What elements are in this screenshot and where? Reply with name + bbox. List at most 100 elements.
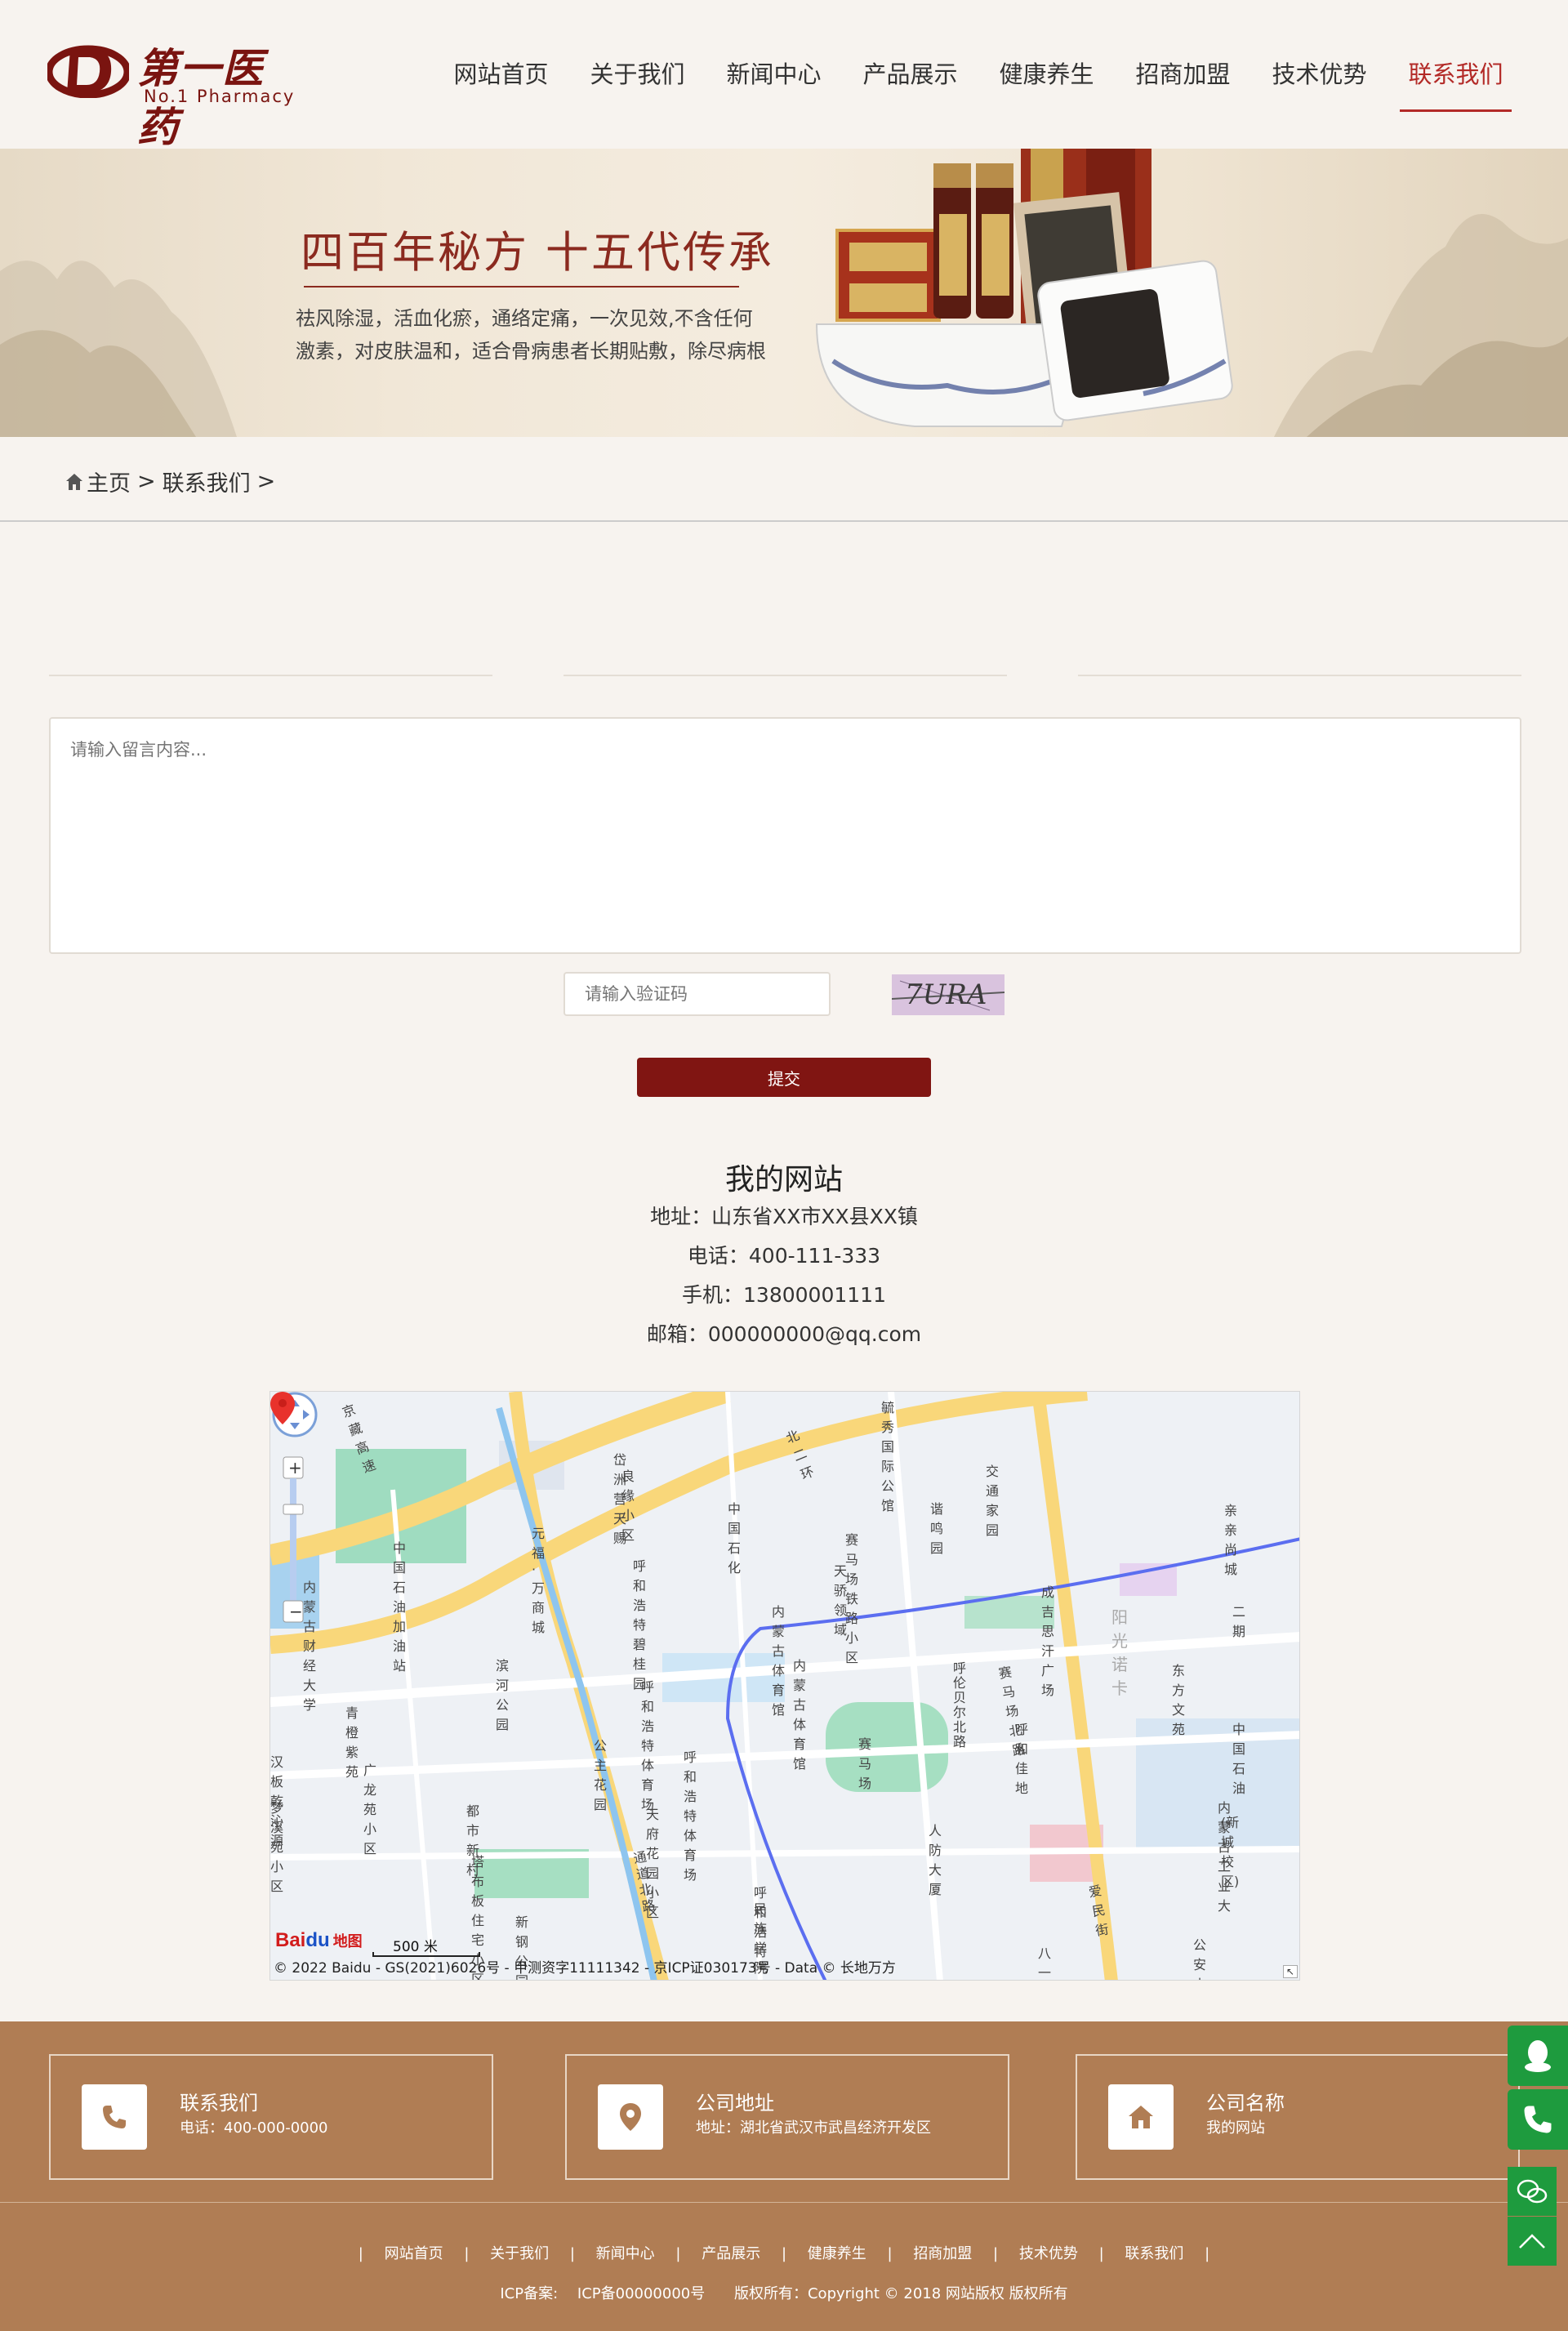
map-label: 八一小区 (1038, 1945, 1052, 1981)
baidu-map-logo: Baidu 地图 (275, 1929, 363, 1952)
map-label: 赛马场 (858, 1736, 872, 1791)
map-label: 良缘小区 (621, 1469, 635, 1543)
phone-icon (82, 2084, 147, 2150)
map-scale-label: 500 米 (393, 1939, 438, 1955)
svg-text:+: + (288, 1458, 302, 1477)
phone-call-button[interactable] (1508, 2089, 1568, 2150)
baidu-map[interactable]: 京藏高速 北二环 毓秀国际公馆 岱洲营天赐 良缘小区 交通家园 中国石化 谐鸣园… (270, 1391, 1300, 1981)
footer-box-sub: 电话：400-000-0000 (180, 2119, 328, 2137)
breadcrumb-trail: 主页 > 联系我们 > (64, 466, 282, 497)
icp-number[interactable]: ICP备00000000号 (577, 2285, 705, 2302)
banner-description: 祛风除湿，活血化瘀，通络定痛，一次见效,不含任何 激素，对皮肤温和，适合骨病患者… (296, 302, 786, 368)
nav-item-tech[interactable]: 技术优势 (1251, 0, 1388, 149)
footer-nav-separator: | (781, 2245, 787, 2262)
map-label: 毓秀国际公馆 (881, 1400, 895, 1513)
map-label: 阳光诺卡 (1111, 1607, 1128, 1698)
home-icon (66, 473, 82, 490)
name-field[interactable] (49, 675, 492, 676)
nav-item-franchise[interactable]: 招商加盟 (1115, 0, 1251, 149)
map-label: 内蒙古体育馆 (772, 1604, 786, 1718)
nav-item-news[interactable]: 新闻中心 (706, 0, 842, 149)
footer-box-sub: 地址：湖北省武汉市武昌经济开发区 (696, 2119, 931, 2137)
footer-copyright: ICP备案: ICP备00000000号 版权所有：Copyright © 20… (0, 2282, 1568, 2303)
footer-nav-separator: | (887, 2245, 893, 2262)
map-label: 人防大厦 (929, 1823, 942, 1897)
contact-mobile: 手机：13800001111 (682, 1283, 886, 1307)
banner-desc-line-2: 激素，对皮肤温和，适合骨病患者长期贴敷，除尽病根 (296, 340, 766, 363)
footer-box-title: 联系我们 (180, 2092, 258, 2115)
wechat-button[interactable] (1508, 2167, 1557, 2216)
map-label: 广龙苑小区 (363, 1763, 377, 1856)
map-label: 亲亲尚城 (1224, 1503, 1238, 1577)
footer-nav-products[interactable]: 产品展示 (702, 2245, 760, 2262)
map-label: 公主花园 (594, 1738, 608, 1812)
contact-phone: 电话：400-111-333 (687, 1244, 881, 1268)
footer-nav-separator: | (358, 2245, 363, 2262)
site-name: 我的网站 (724, 1163, 843, 1197)
map-label: 天骄领域 (834, 1563, 848, 1638)
breadcrumb-home[interactable]: 主页 (87, 466, 131, 497)
captcha-input[interactable] (564, 972, 831, 1016)
breadcrumb-current[interactable]: 联系我们 (163, 466, 251, 497)
captcha-image[interactable]: 7URA (892, 974, 1004, 1015)
back-to-top-button[interactable] (1508, 2217, 1557, 2266)
map-label: 内蒙古体育馆 (793, 1658, 807, 1772)
submit-button[interactable]: 提交 (637, 1058, 931, 1097)
phone-field[interactable] (564, 675, 1007, 676)
baidu-logo-map: 地图 (332, 1933, 363, 1950)
email-field[interactable] (1078, 675, 1521, 676)
map-expand-icon[interactable]: ↖ (1283, 1965, 1298, 1978)
map-label: 呼和佳地 (1015, 1722, 1029, 1796)
footer-info-boxes: 联系我们 电话：400-000-0000 公司地址 地址：湖北省武汉市武昌经济开… (0, 2021, 1568, 2203)
banner-desc-line-1: 祛风除湿，活血化瘀，通络定痛，一次见效,不含任何 (296, 307, 753, 330)
location-marker-icon[interactable] (270, 1392, 295, 1424)
footer-nav-separator: | (993, 2245, 999, 2262)
footer-box-contact: 联系我们 电话：400-000-0000 (49, 2054, 493, 2180)
contact-email: 邮箱：000000000@qq.com (646, 1322, 922, 1346)
banner-divider (304, 286, 739, 287)
footer-nav-separator: | (1205, 2245, 1210, 2262)
map-label: 元福·万商城 (532, 1526, 546, 1635)
footer-nav-health[interactable]: 健康养生 (808, 2245, 866, 2262)
map-label: 呼和浩特体育场 (684, 1749, 697, 1883)
nav-item-contact[interactable]: 联系我们 (1388, 0, 1524, 149)
nav-item-home[interactable]: 网站首页 (433, 0, 569, 149)
map-zoom-control[interactable]: + − (270, 1392, 319, 1629)
map-label: 赛马场铁路小区 (845, 1532, 859, 1665)
map-label: 呼和浩特体育场 (641, 1679, 655, 1812)
qq-icon (1525, 2040, 1551, 2072)
footer-nav-separator: | (675, 2245, 681, 2262)
map-canvas[interactable] (270, 1392, 1300, 1981)
footer-box-title: 公司名称 (1206, 2092, 1285, 2115)
footer-nav-separator: | (569, 2245, 575, 2262)
hero-banner: 四百年秘方 十五代传承 祛风除湿，活血化瘀，通络定痛，一次见效,不含任何 激素，… (0, 149, 1568, 437)
map-label: 梦溪苑小区 (270, 1800, 284, 1894)
map-label: 东方文苑 (1172, 1663, 1186, 1737)
nav-item-products[interactable]: 产品展示 (842, 0, 978, 149)
footer-nav-franchise[interactable]: 招商加盟 (913, 2245, 972, 2262)
captcha-text: 7URA (905, 978, 987, 1011)
footer-nav-tech[interactable]: 技术优势 (1019, 2245, 1078, 2262)
map-label: 呼和浩特碧桂园 (633, 1558, 647, 1691)
baidu-logo-du: du (305, 1929, 330, 1951)
svg-text:−: − (289, 1602, 303, 1621)
map-label: 交通家园 (986, 1464, 1000, 1538)
nav-item-health[interactable]: 健康养生 (978, 0, 1115, 149)
footer-nav-contact[interactable]: 联系我们 (1125, 2245, 1183, 2262)
nav-item-about[interactable]: 关于我们 (569, 0, 706, 149)
footer-nav-home[interactable]: 网站首页 (385, 2245, 443, 2262)
wechat-icon (1517, 2179, 1548, 2204)
message-textarea[interactable] (49, 717, 1521, 954)
site-logo[interactable]: 第一医药 No.1 Pharmacy (47, 36, 301, 151)
breadcrumb-separator: > (137, 469, 156, 494)
footer-nav-news[interactable]: 新闻中心 (596, 2245, 655, 2262)
main-nav: 网站首页 关于我们 新闻中心 产品展示 健康养生 招商加盟 技术优势 联系我们 (433, 0, 1524, 149)
breadcrumb: 主页 > 联系我们 > (0, 437, 1568, 522)
breadcrumb-separator: > (256, 469, 276, 494)
footer-nav-about[interactable]: 关于我们 (490, 2245, 549, 2262)
banner-title: 四百年秘方 十五代传承 (301, 228, 774, 278)
map-label: 滨河公园 (496, 1658, 510, 1732)
footer-box-address: 公司地址 地址：湖北省武汉市武昌经济开发区 (565, 2054, 1009, 2180)
icp-label: ICP备案: (500, 2285, 559, 2302)
qq-button[interactable] (1508, 2026, 1568, 2086)
